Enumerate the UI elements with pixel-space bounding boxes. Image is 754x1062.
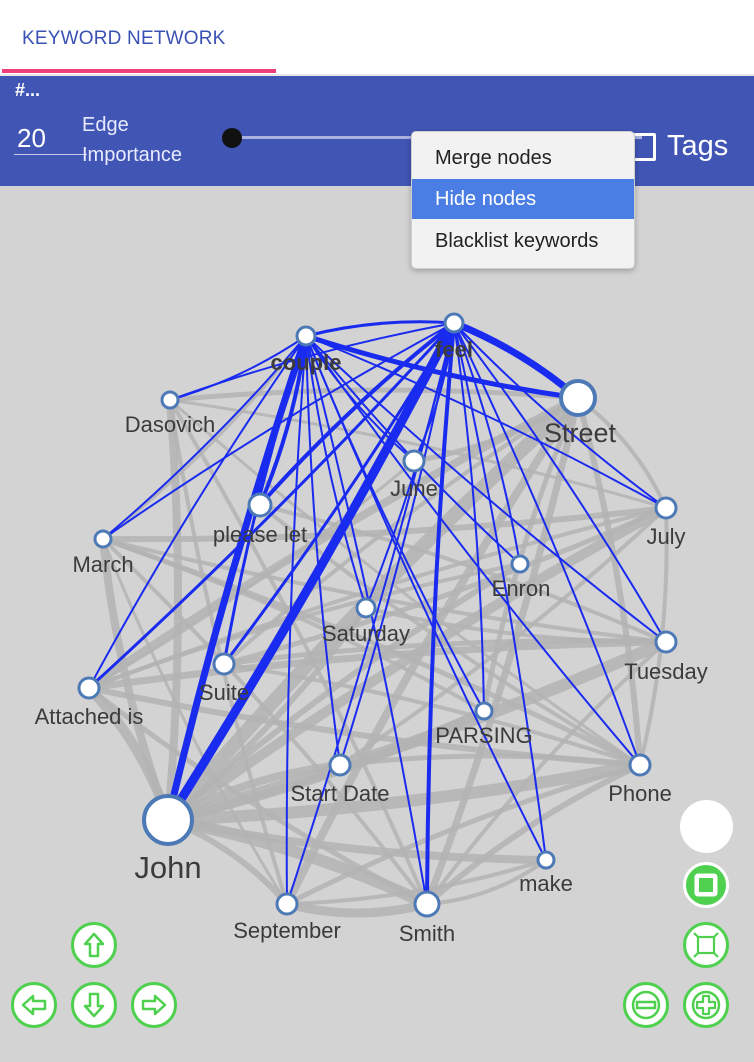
- graph-node[interactable]: [212, 652, 236, 676]
- node-label: please let: [213, 522, 307, 547]
- menu-item-merge-nodes[interactable]: Merge nodes: [412, 138, 634, 178]
- graph-node[interactable]: [160, 390, 180, 410]
- node-label: make: [519, 871, 573, 896]
- node-label: March: [72, 552, 133, 577]
- zoom-out-icon: [631, 990, 661, 1020]
- node-label: July: [646, 524, 685, 549]
- graph-node[interactable]: [413, 890, 441, 918]
- menu-item-blacklist-keywords[interactable]: Blacklist keywords: [412, 221, 634, 261]
- edge-label-line1: Edge: [82, 114, 129, 136]
- gray-edge: [102, 505, 667, 543]
- node-label: Dasovich: [125, 412, 215, 437]
- menu-item-hide-nodes[interactable]: Hide nodes: [412, 179, 634, 219]
- graph-node[interactable]: [77, 676, 101, 700]
- node-label: Suite: [199, 680, 249, 705]
- graph-node[interactable]: [510, 554, 530, 574]
- node-label: feel: [435, 337, 473, 362]
- zoom-out-button[interactable]: [623, 982, 669, 1028]
- hashtag-label: #...: [15, 80, 41, 100]
- tags-checkbox[interactable]: [632, 133, 656, 161]
- node-label: Smith: [399, 921, 455, 946]
- node-label: Start Date: [290, 781, 389, 806]
- graph-node[interactable]: [328, 753, 352, 777]
- pan-down-button[interactable]: [71, 982, 117, 1028]
- pan-right-button[interactable]: [131, 982, 177, 1028]
- edge-importance-slider-thumb[interactable]: [222, 128, 242, 148]
- edge-importance-input[interactable]: [14, 122, 87, 155]
- drag-handle-circle[interactable]: [680, 800, 733, 853]
- graph-node[interactable]: [142, 794, 194, 846]
- graph-node[interactable]: [628, 753, 652, 777]
- graph-node[interactable]: [654, 630, 678, 654]
- gray-edge: [285, 899, 429, 918]
- pan-up-button[interactable]: [71, 922, 117, 968]
- graph-node[interactable]: [247, 492, 273, 518]
- edge-importance-label: Edge Importance: [82, 110, 182, 170]
- network-canvas[interactable]: couple feel Street Dasovich June please let Ju…: [0, 186, 754, 1062]
- graph-node[interactable]: [536, 850, 556, 870]
- menu-item-label: Blacklist keywords: [435, 230, 599, 252]
- graph-node[interactable]: [295, 325, 317, 347]
- toolbar: #... Edge Importance Tags: [0, 76, 754, 186]
- graph-node[interactable]: [559, 379, 597, 417]
- pan-left-button[interactable]: [11, 982, 57, 1028]
- edge-label-line2: Importance: [82, 144, 183, 166]
- node-label: Phone: [608, 781, 672, 806]
- node-label: John: [134, 850, 201, 885]
- tab-keyword-network[interactable]: KEYWORD NETWORK: [2, 0, 276, 74]
- graph-node[interactable]: [654, 496, 678, 520]
- arrow-up-icon: [83, 932, 105, 958]
- zoom-in-icon: [691, 990, 721, 1020]
- tab-label: KEYWORD NETWORK: [22, 28, 226, 49]
- menu-item-label: Hide nodes: [435, 188, 537, 210]
- node-label: June: [390, 476, 438, 501]
- arrow-left-icon: [21, 994, 47, 1016]
- fullscreen-button[interactable]: [683, 862, 729, 908]
- node-label: Enron: [492, 576, 551, 601]
- graph-node[interactable]: [355, 597, 377, 619]
- node-label: Saturday: [322, 621, 410, 646]
- node-label: Street: [544, 418, 617, 448]
- arrow-down-icon: [83, 992, 105, 1018]
- graph-node[interactable]: [443, 312, 465, 334]
- node-label: Attached is: [35, 704, 144, 729]
- menu-item-label: Merge nodes: [435, 147, 552, 169]
- graph-node[interactable]: [402, 449, 426, 473]
- node-label: couple: [271, 350, 342, 375]
- graph-node[interactable]: [93, 529, 113, 549]
- fullscreen-icon: [694, 873, 718, 897]
- fit-to-screen-button[interactable]: [683, 922, 729, 968]
- graph-node[interactable]: [474, 701, 494, 721]
- highlighted-edge: [305, 320, 455, 338]
- node-label: Tuesday: [624, 659, 708, 684]
- context-menu: Merge nodes Hide nodes Blacklist keyword…: [411, 131, 635, 269]
- zoom-in-button[interactable]: [683, 982, 729, 1028]
- arrow-right-icon: [141, 994, 167, 1016]
- tab-active-indicator: [2, 69, 276, 73]
- node-label: PARSING: [435, 723, 532, 748]
- tab-bar: KEYWORD NETWORK: [0, 0, 754, 76]
- graph-node[interactable]: [275, 892, 299, 916]
- fit-to-screen-icon: [693, 932, 719, 958]
- node-label: September: [233, 918, 341, 943]
- tags-label: Tags: [667, 130, 729, 162]
